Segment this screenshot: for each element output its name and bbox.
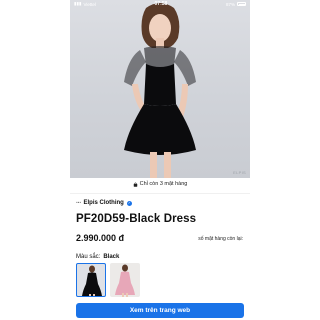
color-swatch-pink[interactable] xyxy=(110,263,140,297)
stock-note-text: Chỉ còn 3 mặt hàng xyxy=(139,181,188,187)
battery-percent: 87% xyxy=(225,1,235,7)
swatch-black-image xyxy=(82,265,102,296)
model-illustration xyxy=(124,3,196,178)
color-selected-value: Black xyxy=(103,254,120,260)
verified-icon: ✓ xyxy=(126,200,132,206)
stock-note: Chỉ còn 3 mặt hàng xyxy=(70,181,250,187)
bag-icon xyxy=(133,182,137,187)
status-bar: ▮▮▮ Viettel 07:58 87% xyxy=(70,0,250,8)
color-swatch-black[interactable] xyxy=(76,263,106,297)
color-label-text: Màu sắc: xyxy=(76,254,101,260)
product-price: 2.990.000 đ xyxy=(76,233,125,243)
color-label: Màu sắc: Black xyxy=(76,254,119,260)
view-on-website-button[interactable]: Xem trên trang web xyxy=(76,303,244,318)
carrier-label: Viettel xyxy=(83,1,96,7)
photo-watermark: ELPIS xyxy=(233,170,246,175)
product-screen: ▮▮▮ Viettel 07:58 87% ELPIS Chỉ còn 3 mặ… xyxy=(70,0,250,320)
quantity-label: số mặt hàng còn lại: xyxy=(198,236,243,242)
signal-icon: ▮▮▮ xyxy=(74,1,82,6)
brand-row[interactable]: ⋯ Elpis Clothing ✓ xyxy=(76,200,132,206)
brand-logo-icon: ⋯ xyxy=(76,200,81,206)
swatch-pink-image xyxy=(115,264,135,297)
battery-icon xyxy=(237,2,246,6)
product-photo[interactable]: ▮▮▮ Viettel 07:58 87% ELPIS xyxy=(70,0,250,178)
brand-name[interactable]: Elpis Clothing xyxy=(84,200,124,206)
product-title: PF20D59-Black Dress xyxy=(76,213,197,225)
status-time: 07:58 xyxy=(154,1,168,7)
divider xyxy=(70,193,250,194)
